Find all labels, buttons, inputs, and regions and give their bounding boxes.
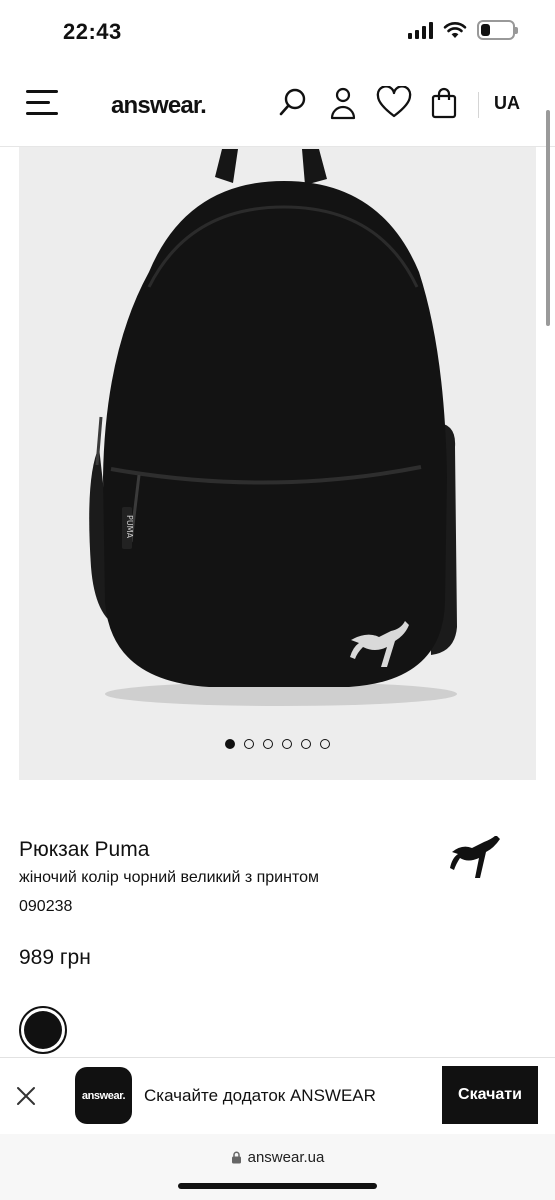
bag-icon bbox=[431, 87, 457, 119]
close-banner-button[interactable] bbox=[14, 1084, 38, 1108]
product-code: 090238 bbox=[19, 898, 73, 915]
battery-icon bbox=[477, 20, 518, 40]
product-description: жіночий колір чорний великий з принтом bbox=[19, 869, 319, 886]
scrollbar-thumb[interactable] bbox=[546, 110, 550, 326]
heart-icon bbox=[376, 85, 412, 118]
divider bbox=[478, 92, 479, 118]
home-indicator[interactable] bbox=[178, 1183, 377, 1189]
product-gallery[interactable]: PUMA bbox=[19, 147, 536, 780]
app-download-banner: answear. Скачайте додаток ANSWEAR Скачат… bbox=[0, 1057, 555, 1135]
gallery-dot[interactable] bbox=[244, 739, 254, 749]
lock-icon bbox=[231, 1151, 241, 1164]
status-time: 22:43 bbox=[63, 19, 122, 44]
language-switch[interactable]: UA bbox=[494, 93, 520, 114]
gallery-dot[interactable] bbox=[301, 739, 311, 749]
wifi-icon bbox=[443, 22, 467, 38]
gallery-pagination bbox=[19, 739, 536, 749]
gallery-dot[interactable] bbox=[263, 739, 273, 749]
color-swatch-black[interactable] bbox=[19, 1006, 67, 1054]
site-logo[interactable]: answear. bbox=[111, 92, 207, 120]
gallery-dot[interactable] bbox=[225, 739, 235, 749]
product-name: Рюкзак Puma bbox=[19, 838, 150, 861]
close-icon bbox=[17, 1087, 35, 1105]
site-header: answear. UA bbox=[0, 66, 555, 147]
url-display[interactable]: answear.ua bbox=[0, 1149, 555, 1166]
browser-url-bar[interactable]: answear.ua bbox=[0, 1134, 555, 1200]
account-button[interactable] bbox=[327, 86, 359, 120]
product-image-backpack[interactable]: PUMA bbox=[19, 147, 536, 727]
cart-button[interactable] bbox=[429, 86, 461, 120]
url-text: answear.ua bbox=[247, 1149, 325, 1166]
status-bar: 22:43 bbox=[0, 0, 555, 66]
app-icon: answear. bbox=[75, 1067, 132, 1124]
search-icon bbox=[279, 88, 306, 116]
gallery-dot[interactable] bbox=[320, 739, 330, 749]
brand-link[interactable] bbox=[446, 835, 506, 882]
menu-button[interactable] bbox=[26, 88, 60, 118]
user-icon bbox=[330, 87, 356, 120]
product-price: 989 грн bbox=[19, 946, 91, 969]
banner-text: Скачайте додаток ANSWEAR bbox=[144, 1086, 376, 1105]
search-button[interactable] bbox=[277, 86, 309, 120]
cellular-signal-icon bbox=[408, 21, 433, 39]
svg-text:PUMA: PUMA bbox=[125, 515, 134, 539]
download-app-button[interactable]: Скачати bbox=[442, 1066, 538, 1124]
wishlist-button[interactable] bbox=[376, 85, 412, 120]
puma-logo-icon bbox=[450, 835, 500, 878]
battery-level bbox=[481, 24, 490, 36]
status-icons bbox=[408, 20, 518, 40]
gallery-dot[interactable] bbox=[282, 739, 292, 749]
